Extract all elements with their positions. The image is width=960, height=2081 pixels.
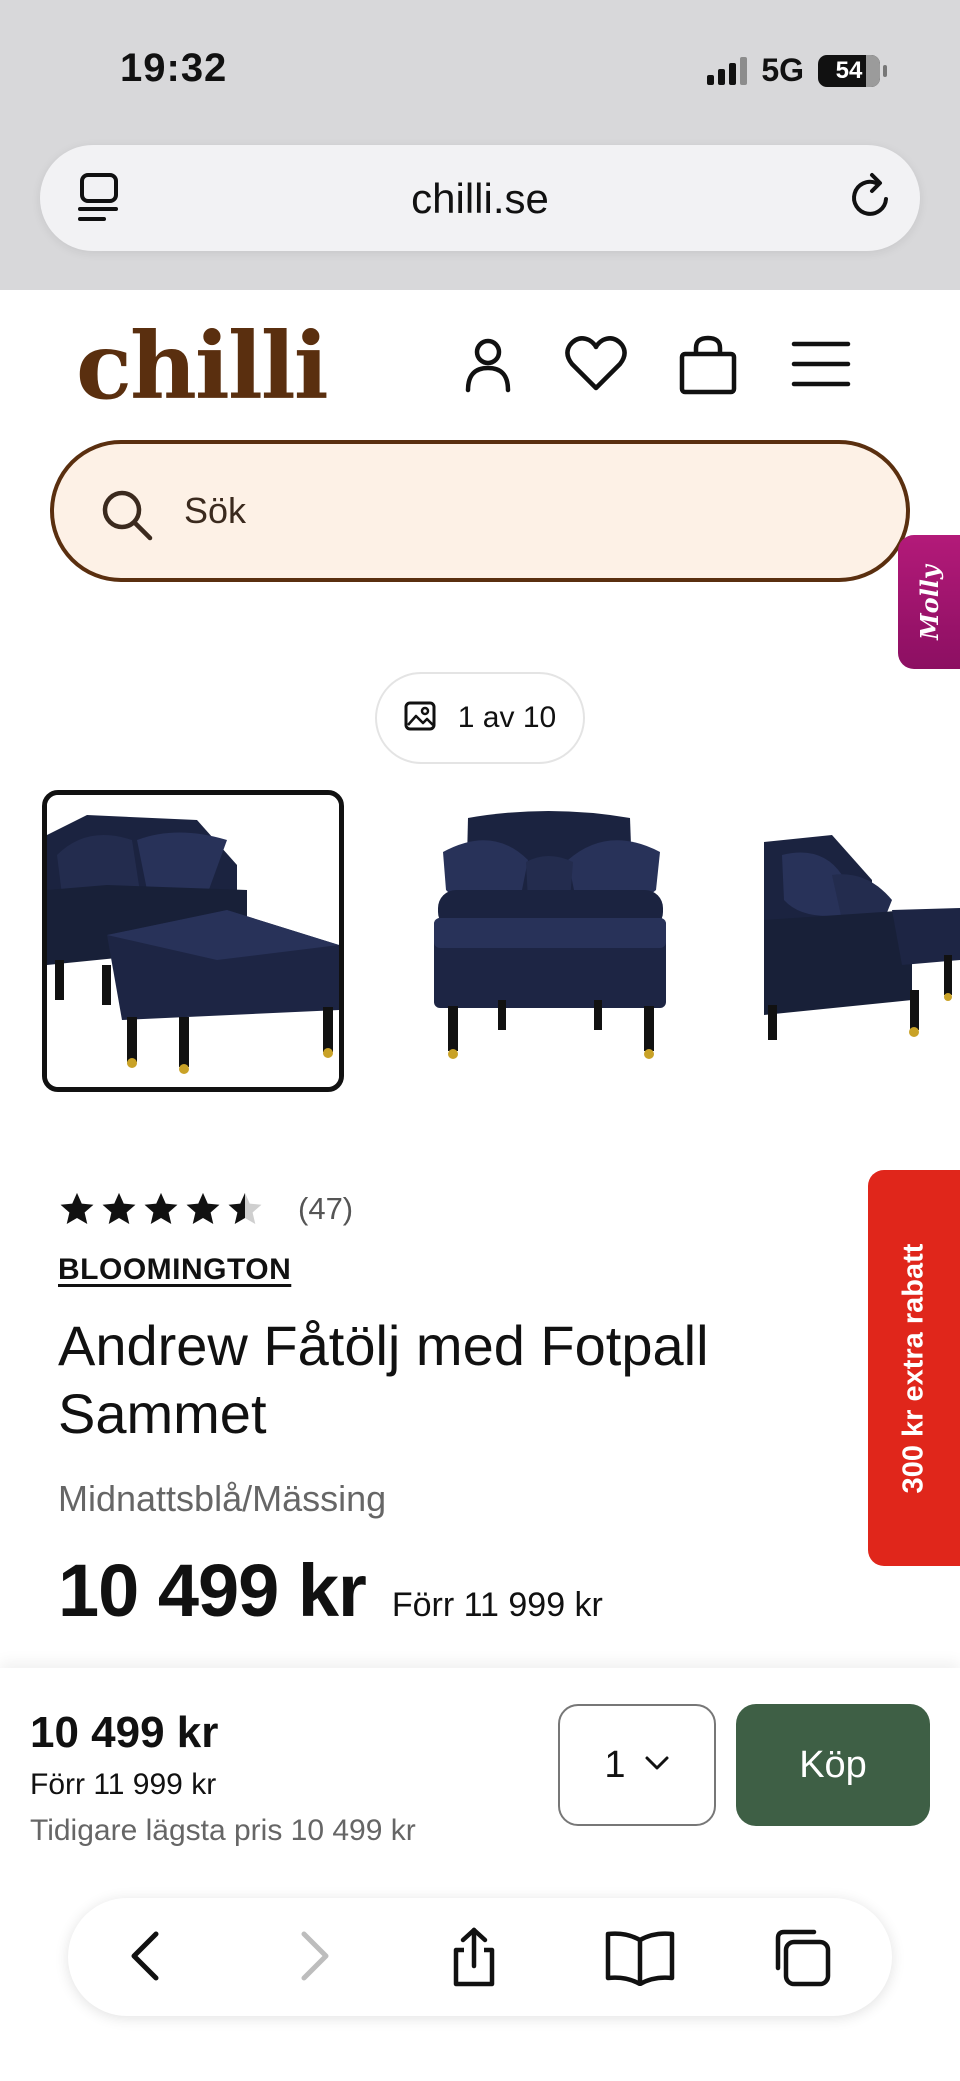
buy-bar-previous-price: Förr 11 999 kr [30, 1768, 217, 1801]
molly-chat-tab[interactable]: Molly [898, 535, 960, 669]
signal-icon [707, 56, 748, 85]
thumbnail-1[interactable] [42, 790, 344, 1092]
address-bar[interactable]: chilli.se [40, 145, 920, 251]
star-icon [144, 1192, 178, 1225]
battery-level: 54 [835, 56, 863, 84]
battery-icon: 54 [818, 54, 887, 87]
chevron-down-icon [644, 1755, 670, 1776]
site-logo[interactable]: chilli [76, 312, 329, 420]
thumbnail-2[interactable] [398, 790, 700, 1092]
network-label: 5G [761, 52, 804, 88]
quantity-select[interactable]: 1 [558, 1704, 716, 1826]
search-input[interactable]: Sök [50, 440, 910, 582]
previous-price: Förr 11 999 kr [391, 1586, 603, 1624]
product-variant: Midnattsblå/Mässing [58, 1478, 387, 1519]
buy-button[interactable]: Köp [736, 1704, 930, 1826]
bag-icon[interactable] [676, 334, 740, 401]
account-icon[interactable] [460, 334, 516, 399]
promo-label: 300 kr extra rabatt [897, 1243, 930, 1493]
armchair-side-image [762, 790, 960, 1092]
quantity-value: 1 [604, 1743, 626, 1786]
rating-count: (47) [298, 1191, 354, 1226]
sticky-buy-bar: 10 499 kr Förr 11 999 kr Tidigare lägsta… [0, 1668, 960, 1888]
browser-bottom-chrome [0, 1888, 960, 2081]
star-icon [102, 1192, 136, 1225]
reload-icon[interactable] [846, 171, 898, 230]
armchair-with-footstool-image [47, 795, 339, 1087]
image-icon [404, 701, 436, 736]
thumbnail-3[interactable] [762, 790, 960, 1092]
buy-bar-price: 10 499 kr [30, 1708, 219, 1757]
brand-link[interactable]: BLOOMINGTON [58, 1253, 291, 1287]
image-counter-text: 1 av 10 [457, 701, 557, 734]
url-text[interactable]: chilli.se [40, 175, 920, 223]
heart-icon[interactable] [562, 334, 630, 399]
star-icon [60, 1192, 94, 1225]
share-icon[interactable] [444, 1926, 504, 1995]
tabs-icon[interactable] [770, 1926, 834, 1993]
status-time: 19:32 [120, 46, 228, 90]
half-star-icon [228, 1192, 262, 1225]
product-price: 10 499 kr [58, 1549, 367, 1632]
star-icon [186, 1192, 220, 1225]
search-placeholder: Sök [184, 490, 247, 531]
armchair-front-image [398, 790, 700, 1092]
product-title: Andrew Fåtölj med Fotpall Sammet [58, 1314, 709, 1445]
menu-icon[interactable] [790, 338, 852, 397]
molly-label: Molly [914, 564, 944, 640]
forward-icon[interactable] [282, 1926, 342, 1991]
price-row: 10 499 kr Förr 11 999 kr [58, 1548, 603, 1633]
status-indicators: 5G 54 [707, 52, 887, 89]
search-icon [98, 486, 156, 549]
promo-tab[interactable]: 300 kr extra rabatt [868, 1170, 960, 1566]
bookmarks-icon[interactable] [604, 1926, 676, 1991]
browser-top-chrome: 19:32 5G 54 chilli.se [0, 0, 960, 290]
back-icon[interactable] [118, 1926, 178, 1991]
product-rating[interactable]: (47) [58, 1190, 353, 1228]
image-counter[interactable]: 1 av 10 [375, 672, 585, 764]
browser-toolbar [68, 1898, 892, 2016]
buy-bar-lowest-price: Tidigare lägsta pris 10 499 kr [30, 1814, 416, 1847]
